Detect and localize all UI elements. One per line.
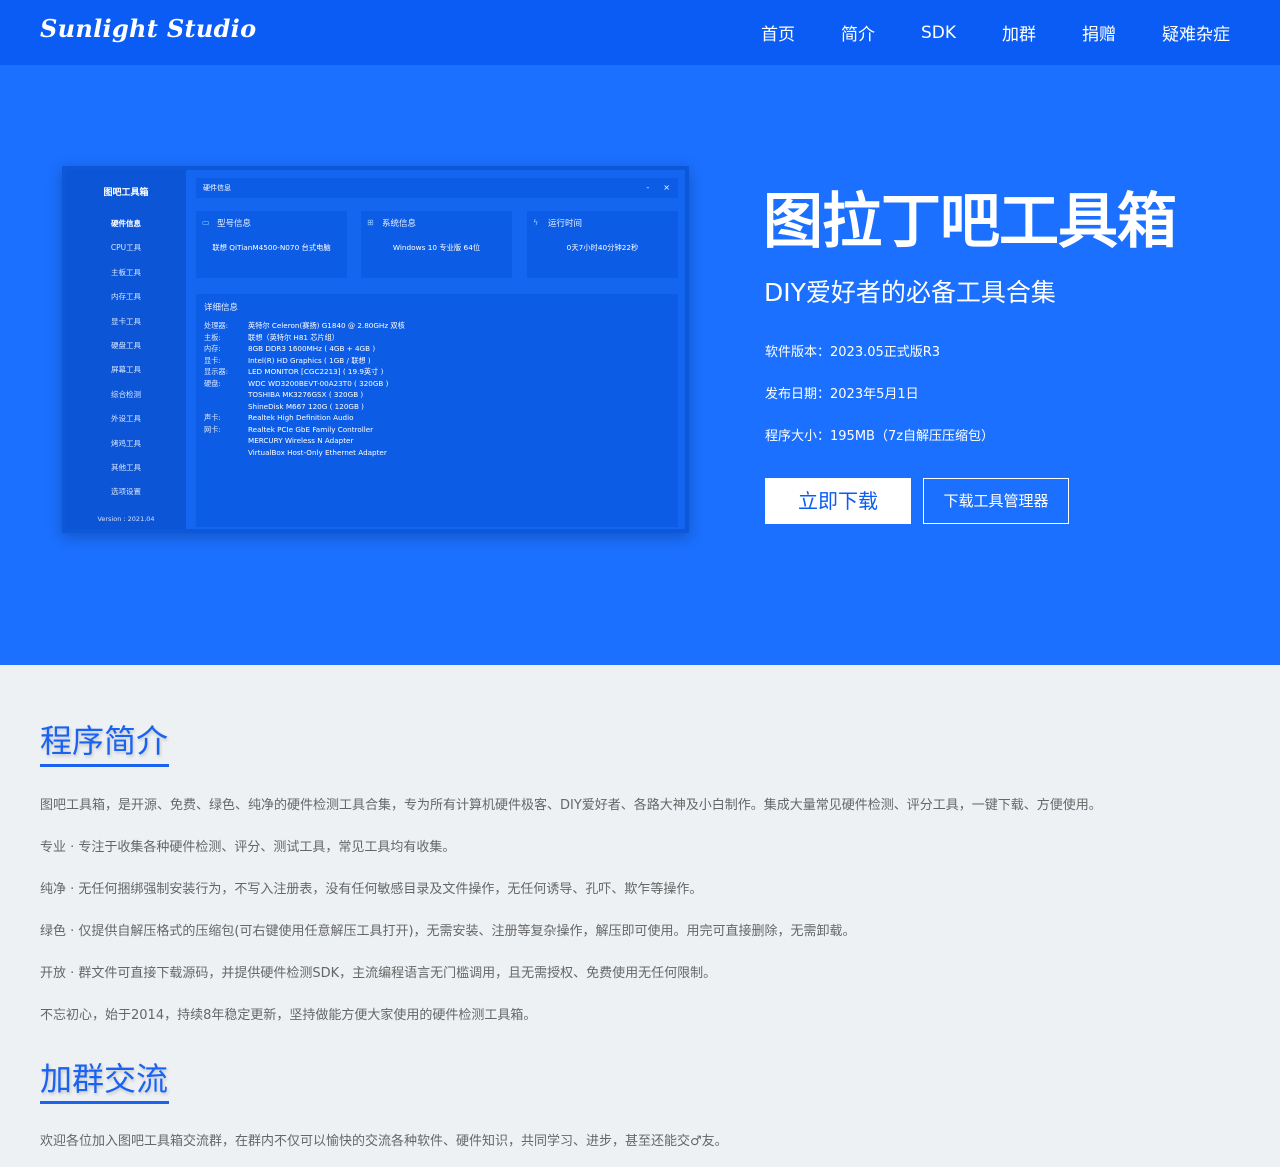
detail-row: 显示器: LED MONITOR [CGC2213] ( 19.9英寸 ) (204, 367, 384, 376)
app-version: Version : 2021.04 (97, 515, 155, 523)
card-title: 系统信息 (382, 219, 417, 229)
app-window-bar: 硬件信息 - × (196, 178, 678, 198)
lightning-icon: ϟ (533, 218, 539, 227)
intro-title: 程序简介 (40, 722, 169, 760)
hero-subtitle: DIY爱好者的必备工具合集 (764, 278, 1056, 307)
app-sidebar: 图吧工具箱 硬件信息 CPU工具 主板工具 内存工具 显卡工具 硬盘工具 屏幕工… (66, 170, 186, 529)
title-underline (40, 1101, 169, 1104)
hero-title: 图拉丁吧工具箱 (763, 187, 1177, 257)
app-menu-item: 烤鸡工具 (111, 438, 141, 448)
intro-paragraph: 不忘初心，始于2014，持续8年稳定更新，坚持做能方便大家使用的硬件检测工具箱。 (40, 1008, 537, 1023)
nav-join-group[interactable]: 加群 (1002, 20, 1036, 45)
group-paragraph: 欢迎各位加入图吧工具箱交流群，在群内不仅可以愉快的交流各种软件、硬件知识，共同学… (40, 1134, 728, 1149)
release-date: 发布日期：2023年5月1日 (765, 387, 919, 402)
site-logo[interactable]: Sunlight Studio (40, 14, 256, 43)
detail-row: 硬盘: WDC WD3200BEVT-00A23T0 ( 320GB ) (204, 378, 389, 388)
detail-row: 内存: 8GB DDR3 1600MHz ( 4GB + 4GB ) (204, 344, 376, 353)
uptime-card: ϟ 运行时间 0天7小时40分钟22秒 (527, 211, 678, 278)
detail-row: 网卡: Realtek PCIe GbE Family Controller (204, 424, 374, 434)
card-title: 运行时间 (548, 219, 583, 229)
app-menu-item: 外设工具 (111, 414, 141, 424)
app-menu-item: 主板工具 (111, 267, 141, 277)
hero-section: 图吧工具箱 硬件信息 CPU工具 主板工具 内存工具 显卡工具 硬盘工具 屏幕工… (0, 65, 1280, 665)
minimize-icon: - (646, 183, 650, 192)
app-screenshot: 图吧工具箱 硬件信息 CPU工具 主板工具 内存工具 显卡工具 硬盘工具 屏幕工… (62, 166, 689, 533)
app-menu-item: 其他工具 (111, 462, 141, 472)
card-value: 联想 QiTianM4500-N070 台式电脑 (212, 243, 331, 252)
app-menu-item: 内存工具 (111, 292, 141, 302)
nav-donate[interactable]: 捐赠 (1082, 20, 1116, 45)
system-info-card: ⊞ 系统信息 Windows 10 专业版 64位 (361, 211, 512, 278)
monitor-icon: ▭ (202, 218, 210, 227)
card-value: Windows 10 专业版 64位 (392, 243, 481, 252)
main-nav: 首页 简介 SDK 加群 捐赠 疑难杂症 (715, 0, 1230, 65)
app-menu-item: 屏幕工具 (111, 365, 141, 375)
download-manager-button[interactable]: 下载工具管理器 (923, 478, 1069, 524)
detail-row: 主板: 联想（英特尔 H81 芯片组） (204, 332, 339, 342)
nav-sdk[interactable]: SDK (921, 23, 956, 43)
nav-faq[interactable]: 疑难杂症 (1162, 20, 1230, 45)
detail-row: ShineDisk M667 120G ( 120GB ) (248, 401, 364, 411)
detail-rows: 处理器: 英特尔 Celeron(赛扬) G1840 @ 2.80GHz 双核 主… (204, 320, 405, 458)
program-size: 程序大小：195MB（7z自解压压缩包） (765, 429, 995, 444)
group-title: 加群交流 (40, 1060, 169, 1098)
app-menu-item: 硬盘工具 (111, 340, 141, 350)
detail-row: VirtualBox Host-Only Ethernet Adapter (248, 447, 387, 457)
app-menu-item: CPU工具 (110, 243, 142, 253)
detail-row: 显卡: Intel(R) HD Graphics ( 1GB / 联想 ) (204, 355, 371, 365)
app-window-title: 硬件信息 (203, 184, 231, 192)
detail-title: 详细信息 (204, 303, 239, 313)
app-menu-item: 显卡工具 (111, 316, 141, 326)
intro-paragraph: 开放 · 群文件可直接下载源码，并提供硬件检测SDK，主流编程语言无门槛调用，且… (40, 966, 717, 981)
intro-paragraph: 绿色 · 仅提供自解压格式的压缩包(可右键使用任意解压工具打开)，无需安装、注册… (40, 924, 856, 939)
windows-icon: ⊞ (367, 218, 374, 227)
top-navbar: Sunlight Studio 首页 简介 SDK 加群 捐赠 疑难杂症 (0, 0, 1280, 65)
software-version: 软件版本：2023.05正式版R3 (765, 345, 941, 360)
window-controls: - × (632, 178, 670, 198)
detail-row: 处理器: 英特尔 Celeron(赛扬) G1840 @ 2.80GHz 双核 (204, 321, 405, 330)
intro-paragraph: 纯净 · 无任何捆绑强制安装行为，不写入注册表，没有任何敏感目录及文件操作，无任… (40, 882, 703, 897)
detail-row: MERCURY Wireless N Adapter (248, 436, 354, 445)
app-menu: 硬件信息 CPU工具 主板工具 内存工具 显卡工具 硬盘工具 屏幕工具 综合检测… (66, 212, 186, 505)
card-value: 0天7小时40分钟22秒 (566, 243, 639, 252)
intro-paragraph: 图吧工具箱，是开源、免费、绿色、纯净的硬件检测工具合集，专为所有计算机硬件极客、… (40, 798, 1102, 813)
app-menu-item: 选项设置 (111, 487, 141, 497)
app-menu-item: 硬件信息 (111, 219, 141, 228)
nav-intro[interactable]: 简介 (841, 20, 875, 45)
card-title: 型号信息 (217, 219, 252, 229)
app-title: 图吧工具箱 (103, 188, 149, 198)
download-now-button[interactable]: 立即下载 (765, 478, 911, 524)
detail-row: TOSHIBA MK3276GSX ( 320GB ) (248, 390, 364, 399)
app-menu-item: 综合检测 (111, 389, 141, 399)
intro-paragraph: 专业 · 专注于收集各种硬件检测、评分、测试工具，常见工具均有收集。 (40, 840, 456, 855)
title-underline (40, 764, 169, 767)
nav-home[interactable]: 首页 (761, 20, 795, 45)
detail-panel: 详细信息 处理器: 英特尔 Celeron(赛扬) G1840 @ 2.80GHz… (196, 294, 678, 527)
close-icon: × (663, 183, 670, 192)
detail-row: 声卡: Realtek High Definition Audio (204, 413, 354, 422)
model-info-card: ▭ 型号信息 联想 QiTianM4500-N070 台式电脑 (196, 211, 347, 278)
